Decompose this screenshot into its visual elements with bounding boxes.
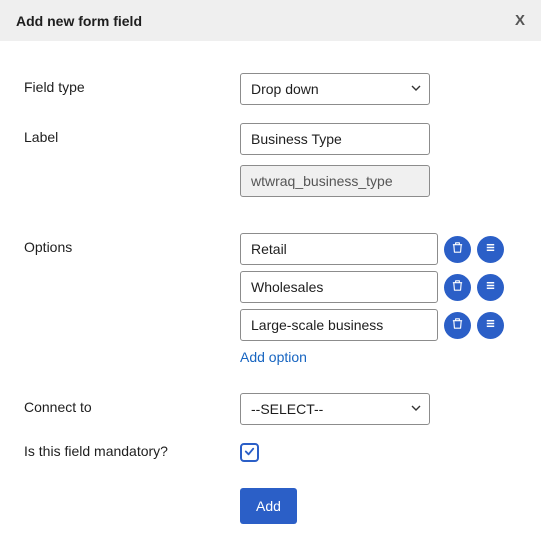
option-row: Large-scale business <box>240 309 517 341</box>
trash-icon <box>451 279 464 295</box>
row-mandatory: Is this field mandatory? <box>24 443 517 462</box>
reorder-option-button[interactable] <box>477 274 504 301</box>
option-row: Retail <box>240 233 517 265</box>
label-slug <box>24 165 240 171</box>
reorder-icon <box>484 279 497 295</box>
option-value: Retail <box>251 241 287 257</box>
label-input[interactable]: Business Type <box>240 123 430 155</box>
label-connect-to: Connect to <box>24 393 240 415</box>
label-mandatory: Is this field mandatory? <box>24 443 240 459</box>
row-label: Label Business Type <box>24 123 517 155</box>
mandatory-checkbox[interactable] <box>240 443 259 462</box>
row-connect-to: Connect to --SELECT-- <box>24 393 517 425</box>
reorder-icon <box>484 241 497 257</box>
delete-option-button[interactable] <box>444 312 471 339</box>
label-options: Options <box>24 233 240 255</box>
option-value: Wholesales <box>251 279 323 295</box>
row-field-type: Field type Drop down <box>24 73 517 105</box>
option-input[interactable]: Retail <box>240 233 438 265</box>
add-option-link[interactable]: Add option <box>240 349 517 365</box>
reorder-icon <box>484 317 497 333</box>
connect-to-value: --SELECT-- <box>251 401 323 417</box>
delete-option-button[interactable] <box>444 236 471 263</box>
slug-value: wtwraq_business_type <box>251 173 393 189</box>
modal-header: Add new form field X <box>0 0 541 41</box>
reorder-option-button[interactable] <box>477 236 504 263</box>
option-value: Large-scale business <box>251 317 383 333</box>
row-slug: wtwraq_business_type <box>24 165 517 197</box>
add-button[interactable]: Add <box>240 488 297 524</box>
trash-icon <box>451 317 464 333</box>
row-submit: Add <box>24 488 517 524</box>
close-icon[interactable]: X <box>515 12 525 29</box>
option-input[interactable]: Large-scale business <box>240 309 438 341</box>
modal-title: Add new form field <box>16 13 142 29</box>
field-type-select[interactable]: Drop down <box>240 73 430 105</box>
delete-option-button[interactable] <box>444 274 471 301</box>
label-value: Business Type <box>251 131 342 147</box>
label-label: Label <box>24 123 240 145</box>
option-input[interactable]: Wholesales <box>240 271 438 303</box>
label-field-type: Field type <box>24 73 240 95</box>
reorder-option-button[interactable] <box>477 312 504 339</box>
option-row: Wholesales <box>240 271 517 303</box>
connect-to-select[interactable]: --SELECT-- <box>240 393 430 425</box>
field-type-value: Drop down <box>251 81 319 97</box>
slug-input: wtwraq_business_type <box>240 165 430 197</box>
row-options: Options Retail <box>24 233 517 365</box>
trash-icon <box>451 241 464 257</box>
options-list: Retail Wholesales <box>240 233 517 341</box>
form-body: Field type Drop down Label Business Type… <box>0 41 541 548</box>
check-icon <box>243 445 256 461</box>
